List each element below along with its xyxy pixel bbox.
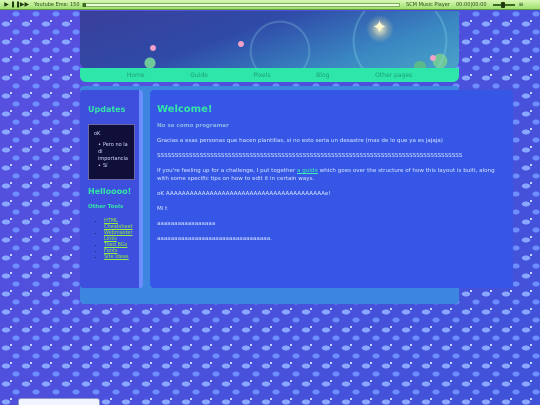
hello-heading: Helloooo! — [88, 187, 132, 196]
updates-item: Sí — [98, 163, 129, 170]
updates-box[interactable]: oK Pero no la di importancia Sí — [88, 124, 135, 180]
nav-item-other-pages[interactable]: Other pages — [375, 72, 412, 79]
player-name: SCM Music Player — [406, 1, 450, 8]
nav-item-home[interactable]: Home — [127, 72, 145, 79]
updates-line: oK — [94, 131, 101, 137]
page-subtitle: No se como programar — [157, 123, 229, 129]
pause-icon[interactable]: ❚❚ — [10, 1, 20, 8]
corner-widget[interactable] — [18, 398, 100, 405]
menu-icon[interactable]: ≡ — [519, 1, 524, 8]
sidebar: Updates oK Pero no la di importancia Sí … — [80, 90, 143, 288]
main-content: Welcome! No se como programar Gracias a … — [150, 90, 513, 288]
tool-link-webmaster-links[interactable]: Webmaster Links — [104, 230, 133, 242]
seek-knob[interactable] — [83, 2, 86, 7]
tool-link-html-cheatsheet[interactable]: HTML Cheatsheet — [104, 218, 133, 230]
flower-decoration — [150, 45, 156, 51]
footer-strip — [80, 296, 459, 304]
other-tools-heading: Other Tools — [88, 204, 124, 210]
paragraph-a-short: aaaaaaaaaaaaaaaaa — [157, 221, 216, 227]
tool-link-site-ideas[interactable]: Site Ideas — [104, 254, 129, 260]
next-icon[interactable]: ▶▶ — [20, 1, 29, 8]
page-title: Welcome! — [157, 104, 213, 115]
updates-heading: Updates — [88, 105, 126, 114]
paragraph-ok: oK AAAAAAAAAAAAAAAAAAAAAAAAAAAAAAAAAAAAA… — [157, 191, 331, 197]
guide-link[interactable]: a guide — [297, 168, 318, 174]
nav-item-pixels[interactable]: Pixels — [253, 72, 270, 79]
nav-item-guide[interactable]: Guide — [190, 72, 208, 79]
music-player-bar: ▶ ❚❚ ▶▶ Youtube Eme: 150 SCM Music Playe… — [0, 0, 540, 10]
volume-knob[interactable] — [500, 1, 505, 8]
updates-item: Pero no la di importancia — [98, 142, 129, 163]
paragraph-a-long: aaaaaaaaaaaaaaaaaaaaaaaaaaaaaaaaa. — [157, 236, 272, 242]
player-seek-bar[interactable] — [82, 2, 400, 7]
flower-decoration — [238, 41, 244, 47]
paragraph-s: SSSSSSSSSSSSSSSSSSSSSSSSSSSSSSSSSSSSSSSS… — [157, 153, 463, 159]
updates-list: Pero no la di importancia Sí — [98, 142, 129, 170]
nav-item-blog[interactable]: Blog — [316, 72, 329, 79]
main-nav: Home Guide Pixels Blog Other pages — [80, 68, 459, 82]
header-banner: ✦ — [80, 11, 459, 69]
tools-list: HTML Cheatsheet Webmaster Links Tiled BG… — [104, 218, 134, 260]
paragraph-mi: Mi t — [157, 206, 168, 212]
volume-slider[interactable] — [492, 1, 515, 8]
player-controls: ▶ ❚❚ ▶▶ — [3, 1, 29, 8]
player-track-title: Youtube Eme: 150 — [34, 1, 80, 8]
guide-text-before: If you're feeling up for a challenge, I … — [157, 168, 298, 174]
sparkle-icon: ✦ — [372, 17, 388, 38]
paragraph-thanks: Gracias a esas personas que hacen planti… — [157, 138, 443, 144]
play-icon[interactable]: ▶ — [3, 1, 10, 8]
player-time: 00:00|00:00 — [456, 1, 487, 8]
paragraph-guide: If you're feeling up for a challenge, I … — [157, 167, 507, 183]
flower-decoration — [430, 55, 436, 61]
